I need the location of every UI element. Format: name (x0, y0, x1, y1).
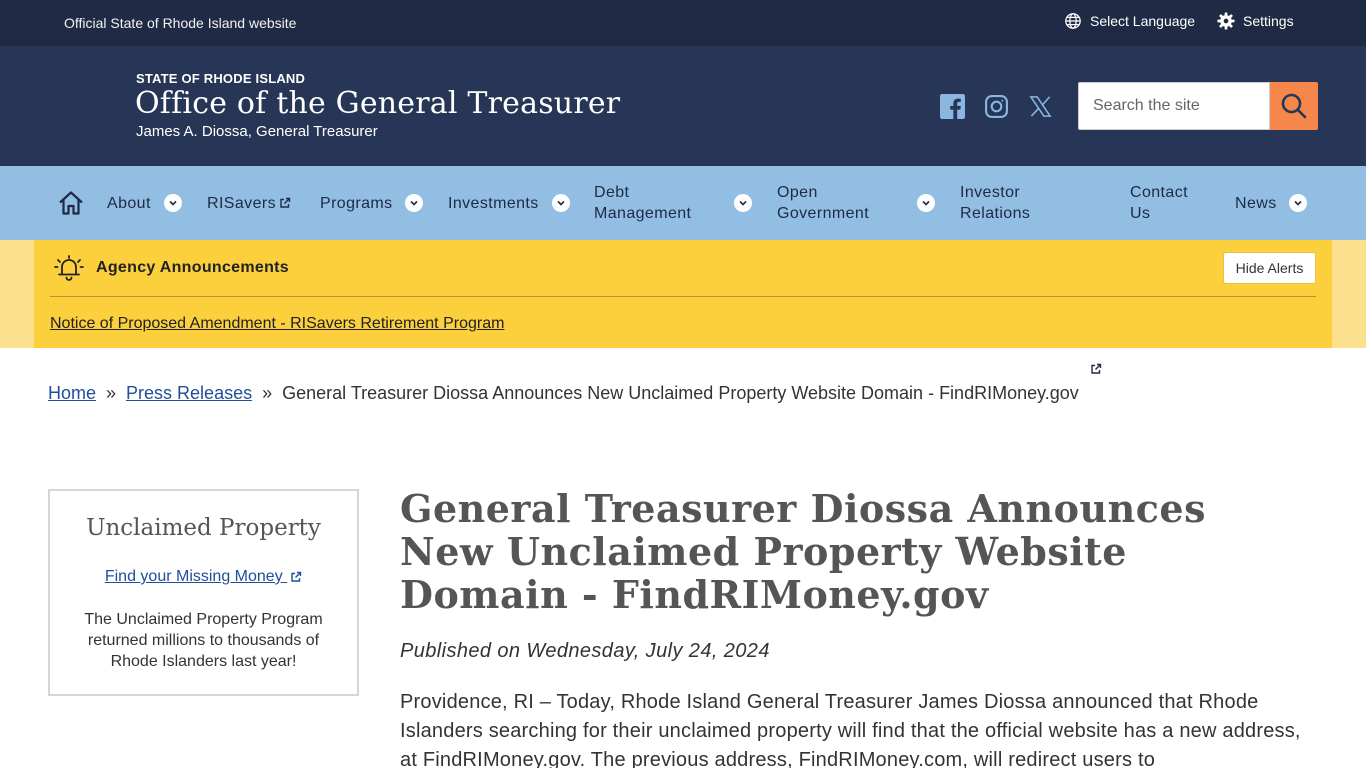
nav-contact-label-1: Contact (1130, 184, 1188, 201)
programs-chevron-down-icon[interactable] (405, 194, 423, 212)
facebook-link[interactable] (939, 93, 965, 119)
article-body: Providence, RI – Today, Rhode Island Gen… (400, 691, 1301, 768)
breadcrumb-separator: » (262, 383, 273, 403)
nav-programs-label: Programs (320, 194, 393, 212)
nav-open-label-1: Open (777, 184, 818, 201)
nav-open-government[interactable]: Open Government (777, 166, 869, 240)
nav-investor-relations[interactable]: Investor Relations (960, 166, 1030, 240)
state-label: STATE OF RHODE ISLAND (136, 71, 306, 86)
nav-debt-management[interactable]: Debt Management (594, 166, 691, 240)
nav-news[interactable]: News (1235, 166, 1277, 240)
unclaimed-property-card: Unclaimed Property Find your Missing Mon… (48, 489, 359, 696)
search-icon (1281, 93, 1307, 119)
article-headline: General Treasurer Diossa Announces New U… (400, 486, 1206, 617)
nav-investments-label: Investments (448, 194, 539, 212)
nav-programs[interactable]: Programs (320, 166, 393, 240)
x-icon (1028, 95, 1052, 117)
investor-external-link-icon (1091, 363, 1102, 374)
published-date: Published on Wednesday, July 24, 2024 (400, 640, 770, 662)
agency-announcements: Agency Announcements Hide Alerts Notice … (34, 240, 1332, 348)
settings-button[interactable]: Settings (1217, 12, 1294, 30)
nav-investor-label-2: Relations (960, 205, 1031, 222)
treasurer-name: James A. Diossa, General Treasurer (136, 123, 378, 140)
alerts-divider (50, 296, 1316, 297)
find-missing-money-link[interactable]: Find your Missing Money (105, 568, 283, 585)
nav-news-label: News (1235, 194, 1277, 212)
home-icon (59, 191, 83, 215)
nav-debt-label-1: Debt (594, 184, 630, 201)
instagram-link[interactable] (983, 93, 1009, 119)
investments-chevron-down-icon[interactable] (552, 194, 570, 212)
nav-about-label: About (107, 194, 151, 212)
breadcrumb-separator: » (106, 383, 117, 403)
top-utility-bar: Official State of Rhode Island website S… (0, 0, 1366, 46)
select-language-button[interactable]: Select Language (1064, 12, 1195, 30)
about-chevron-down-icon[interactable] (164, 194, 182, 212)
external-link-icon (280, 197, 291, 208)
debt-chevron-down-icon[interactable] (734, 194, 752, 212)
nav-investor-label-1: Investor (960, 184, 1021, 201)
nav-risavers[interactable]: RISavers (207, 166, 291, 240)
news-chevron-down-icon[interactable] (1289, 194, 1307, 212)
alert-notice-link[interactable]: Notice of Proposed Amendment - RISavers … (50, 315, 504, 333)
main-navigation: About RISavers Programs Investments Debt… (0, 166, 1366, 374)
site-header: STATE OF RHODE ISLAND Office of the Gene… (0, 46, 1366, 166)
nav-investments[interactable]: Investments (448, 166, 539, 240)
open-gov-chevron-down-icon[interactable] (917, 194, 935, 212)
bell-icon (54, 255, 84, 281)
settings-label: Settings (1243, 13, 1294, 29)
breadcrumb-home-link[interactable]: Home (48, 383, 96, 404)
card-description: The Unclaimed Property Program returned … (84, 611, 323, 670)
hide-alerts-button[interactable]: Hide Alerts (1223, 252, 1316, 284)
site-title[interactable]: Office of the General Treasurer (135, 86, 620, 121)
breadcrumb-current: General Treasurer Diossa Announces New U… (282, 383, 1079, 403)
nav-debt-label-2: Management (594, 205, 692, 222)
nav-contact-us[interactable]: Contact Us (1130, 166, 1188, 240)
nav-contact-label-2: Us (1130, 205, 1151, 222)
search-button[interactable] (1270, 82, 1318, 130)
card-title: Unclaimed Property (86, 515, 321, 541)
globe-icon (1065, 13, 1081, 29)
breadcrumb: Home » Press Releases » General Treasure… (48, 383, 1079, 404)
alerts-title: Agency Announcements (96, 259, 289, 276)
breadcrumb-press-releases-link[interactable]: Press Releases (126, 383, 252, 404)
external-link-icon (291, 571, 302, 582)
facebook-icon (939, 93, 965, 119)
official-site-text: Official State of Rhode Island website (64, 15, 297, 31)
nav-risavers-label: RISavers (207, 194, 276, 212)
x-twitter-link[interactable] (1027, 93, 1053, 119)
search-input[interactable] (1078, 82, 1270, 130)
instagram-icon (984, 94, 1008, 118)
gear-icon (1217, 12, 1235, 30)
nav-about[interactable]: About (107, 166, 151, 240)
nav-open-label-2: Government (777, 205, 870, 222)
home-nav-link[interactable] (58, 166, 84, 240)
select-language-label: Select Language (1090, 13, 1196, 29)
